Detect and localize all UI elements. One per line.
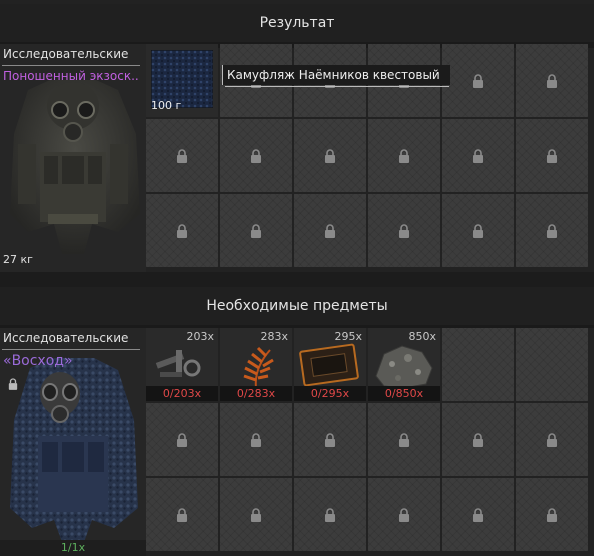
locked-slot	[516, 478, 588, 551]
required-amount: 0/203x	[146, 386, 218, 401]
locked-slot	[442, 119, 514, 192]
locked-slot	[442, 403, 514, 476]
locked-slot	[146, 478, 218, 551]
required-slot[interactable]: 283x 0/283x	[220, 328, 292, 401]
lock-icon	[251, 148, 261, 163]
locked-slot	[220, 478, 292, 551]
lock-icon	[8, 378, 18, 390]
locked-slot	[368, 403, 440, 476]
lock-icon	[399, 223, 409, 238]
section-divider	[0, 272, 594, 287]
lock-icon	[547, 223, 557, 238]
locked-slot	[146, 403, 218, 476]
tooltip-underline	[225, 86, 449, 87]
required-amount: 0/283x	[220, 386, 292, 401]
locked-slot	[516, 194, 588, 267]
item-tooltip: Камуфляж Наёмников квестовый	[222, 65, 450, 85]
locked-slot	[146, 119, 218, 192]
locked-slot	[294, 403, 366, 476]
required-category-label: Исследовательские	[3, 331, 129, 345]
locked-slot	[516, 403, 588, 476]
lock-icon	[325, 148, 335, 163]
result-item-weight: 27 кг	[3, 253, 33, 266]
lock-icon	[399, 148, 409, 163]
empty-slot	[516, 328, 588, 401]
locked-slot	[294, 478, 366, 551]
lock-icon	[547, 432, 557, 447]
result-header: Результат	[0, 4, 594, 42]
required-item-name: «Восход»	[3, 353, 73, 369]
result-item-name: Поношенный экзоск..	[3, 69, 139, 83]
result-slot-camouflage[interactable]: 100 г	[146, 44, 218, 117]
required-amount: 0/295x	[294, 386, 366, 401]
lock-icon	[251, 507, 261, 522]
locked-slot	[220, 119, 292, 192]
locked-slot	[442, 478, 514, 551]
lock-icon	[251, 223, 261, 238]
slot-amount: 100 г	[151, 99, 182, 112]
stack-quantity: 850x	[408, 330, 436, 343]
required-amount: 0/850x	[368, 386, 440, 401]
lock-icon	[325, 507, 335, 522]
required-header: Необходимые предметы	[0, 287, 594, 325]
lock-icon	[473, 432, 483, 447]
lock-icon	[177, 507, 187, 522]
locked-slot	[368, 478, 440, 551]
category-underline	[2, 65, 140, 66]
category-underline	[2, 349, 140, 350]
required-grid: 203x 0/203x 283x 0/283x 295x 0/295x 850x…	[146, 328, 588, 551]
lock-icon	[177, 432, 187, 447]
stack-quantity: 295x	[334, 330, 362, 343]
stack-quantity: 283x	[260, 330, 288, 343]
locked-slot	[220, 194, 292, 267]
result-header-title: Результат	[259, 15, 335, 31]
required-slot[interactable]: 203x 0/203x	[146, 328, 218, 401]
lock-icon	[547, 73, 557, 88]
empty-slot	[442, 328, 514, 401]
lock-icon	[547, 148, 557, 163]
locked-slot	[516, 44, 588, 117]
required-slot[interactable]: 295x 0/295x	[294, 328, 366, 401]
locked-slot	[368, 119, 440, 192]
locked-slot	[220, 403, 292, 476]
required-item-panel[interactable]: Исследовательские «Восход»	[0, 328, 146, 556]
required-header-title: Необходимые предметы	[206, 298, 388, 314]
locked-slot	[368, 194, 440, 267]
lock-icon	[473, 507, 483, 522]
locked-slot	[294, 194, 366, 267]
lock-icon	[251, 432, 261, 447]
lock-icon	[177, 148, 187, 163]
lock-icon	[177, 223, 187, 238]
locked-slot	[294, 119, 366, 192]
locked-slot	[146, 194, 218, 267]
stack-quantity: 203x	[186, 330, 214, 343]
lock-icon	[473, 148, 483, 163]
locked-slot	[442, 194, 514, 267]
lock-icon	[473, 223, 483, 238]
lock-icon	[325, 432, 335, 447]
lock-icon	[399, 432, 409, 447]
required-slot[interactable]: 850x 0/850x	[368, 328, 440, 401]
lock-icon	[473, 73, 483, 88]
craft-count: 1/1x	[0, 540, 146, 556]
locked-slot	[516, 119, 588, 192]
result-item-panel[interactable]: Исследовательские Поношенный экзоск.. 27…	[0, 44, 146, 272]
result-category-label: Исследовательские	[3, 47, 129, 61]
lock-icon	[399, 507, 409, 522]
lock-icon	[325, 223, 335, 238]
lock-icon	[547, 507, 557, 522]
locked-slot	[442, 44, 514, 117]
